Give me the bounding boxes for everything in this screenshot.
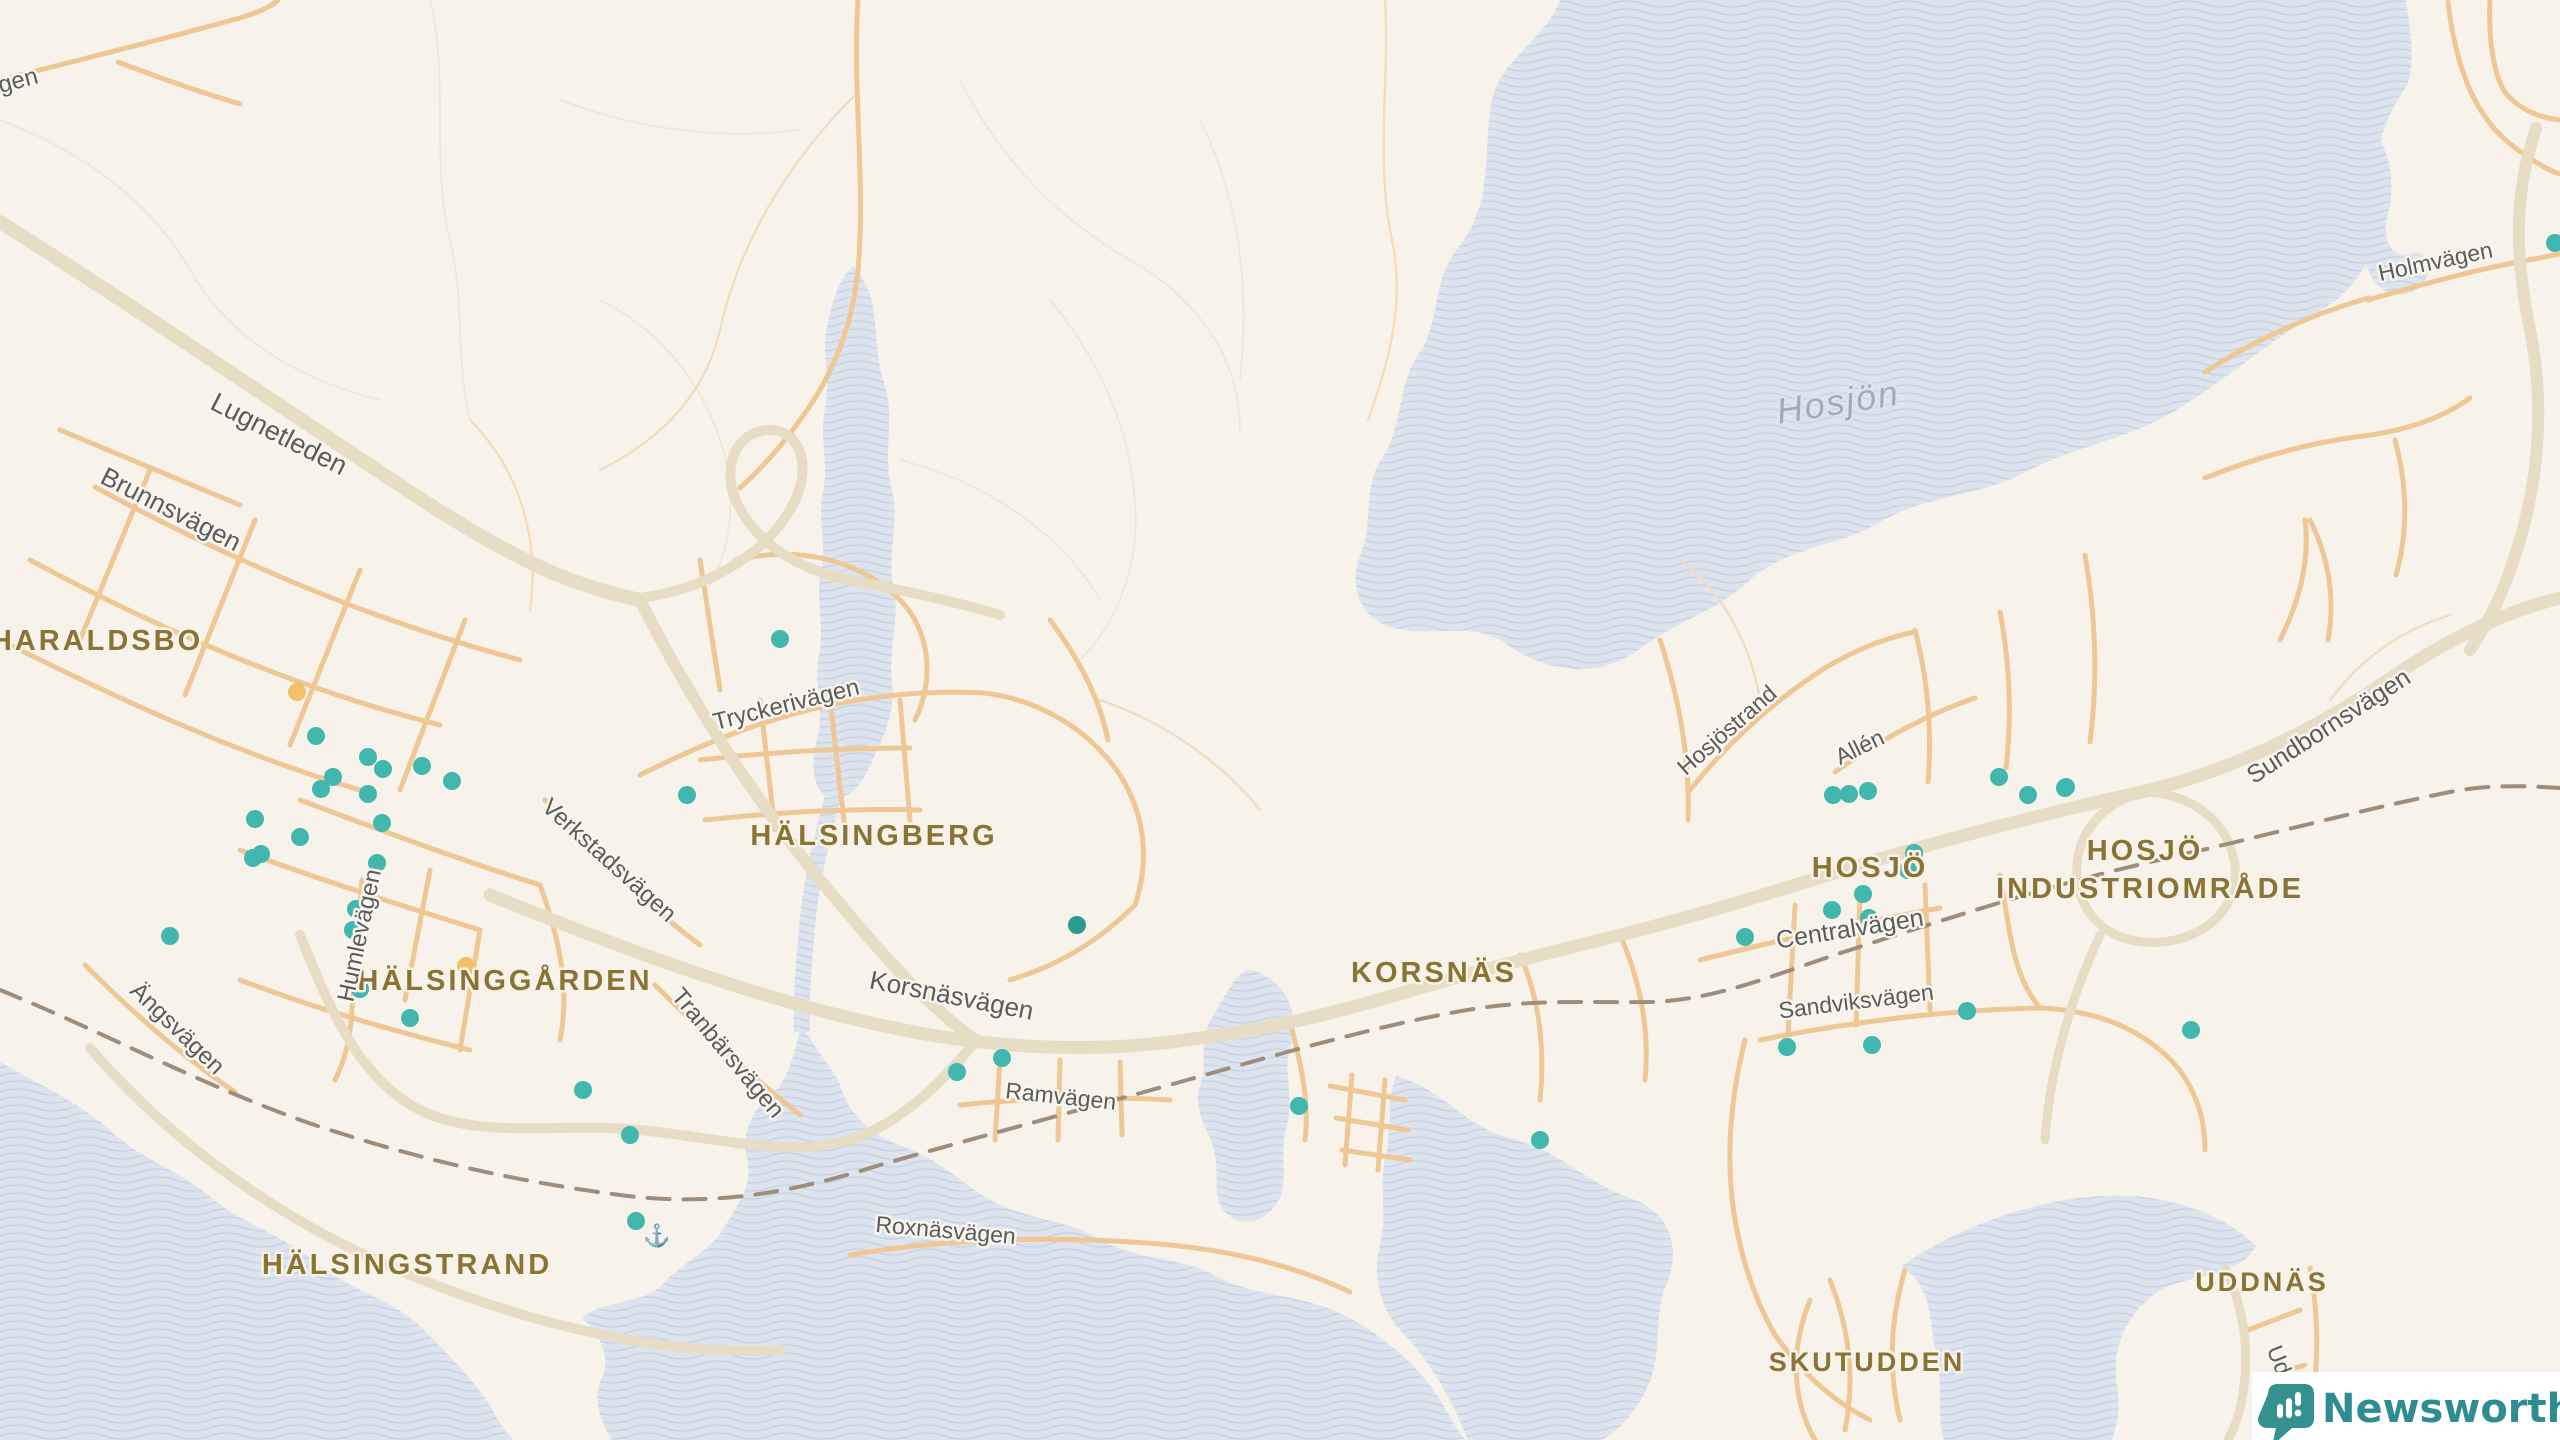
map-marker[interactable]	[288, 683, 306, 701]
map-marker[interactable]	[1778, 1038, 1796, 1056]
district-label: HARALDSBO	[0, 625, 203, 657]
map-marker[interactable]	[2019, 786, 2037, 804]
district-label: UDDNÄS	[2195, 1267, 2329, 1297]
attribution-bar[interactable]: Newsworthy	[2252, 1372, 2560, 1440]
map-marker[interactable]	[161, 927, 179, 945]
map-marker[interactable]	[1068, 916, 1086, 934]
map-marker[interactable]	[1736, 928, 1754, 946]
map-marker[interactable]	[307, 727, 325, 745]
map-marker[interactable]	[948, 1063, 966, 1081]
map-marker[interactable]	[2056, 779, 2074, 797]
map-marker[interactable]	[359, 785, 377, 803]
district-label: INDUSTRIOMRÅDE	[1996, 872, 2304, 905]
map-marker[interactable]	[291, 828, 309, 846]
map-marker[interactable]	[312, 780, 330, 798]
district-label: HOSJÖ	[1812, 851, 1929, 884]
map-marker[interactable]	[359, 748, 377, 766]
district-label: SKUTUDDEN	[1769, 1347, 1966, 1377]
map-marker[interactable]	[627, 1212, 645, 1230]
map-marker[interactable]	[1824, 786, 1842, 804]
map-marker[interactable]	[413, 757, 431, 775]
map-marker[interactable]	[374, 760, 392, 778]
map-marker[interactable]	[574, 1081, 592, 1099]
district-label: HOSJÖ	[2087, 834, 2204, 867]
map-marker[interactable]	[1840, 785, 1858, 803]
marina-icon: ⚓	[643, 1223, 670, 1248]
map-marker[interactable]	[1990, 768, 2008, 786]
map-canvas[interactable]: ⚓ HARALDSBO HÄLSINGBERG HÄLSINGGÅRDEN HÄLSI…	[0, 0, 2560, 1440]
map-marker[interactable]	[1290, 1097, 1308, 1115]
map-marker[interactable]	[1854, 885, 1872, 903]
map-marker[interactable]	[1958, 1002, 1976, 1020]
map-marker[interactable]	[1859, 782, 1877, 800]
map-marker[interactable]	[1531, 1131, 1549, 1149]
map-marker[interactable]	[993, 1049, 1011, 1067]
map-marker[interactable]	[771, 630, 789, 648]
district-label: KORSNÄS	[1351, 956, 1517, 989]
map-marker[interactable]	[621, 1126, 639, 1144]
map-marker[interactable]	[678, 786, 696, 804]
map-marker[interactable]	[373, 814, 391, 832]
district-label: HÄLSINGBERG	[750, 819, 997, 852]
district-label: HÄLSINGGÅRDEN	[357, 964, 652, 997]
map-root: ⚓ HARALDSBO HÄLSINGBERG HÄLSINGGÅRDEN HÄLSI…	[0, 0, 2560, 1440]
map-marker[interactable]	[443, 772, 461, 790]
map-marker[interactable]	[2182, 1021, 2200, 1039]
map-marker[interactable]	[1863, 1036, 1881, 1054]
newsworthy-logo-text: Newsworthy	[2322, 1386, 2560, 1432]
district-label: HÄLSINGSTRAND	[262, 1248, 552, 1281]
map-marker[interactable]	[246, 810, 264, 828]
map-marker[interactable]	[401, 1009, 419, 1027]
map-marker[interactable]	[252, 845, 270, 863]
